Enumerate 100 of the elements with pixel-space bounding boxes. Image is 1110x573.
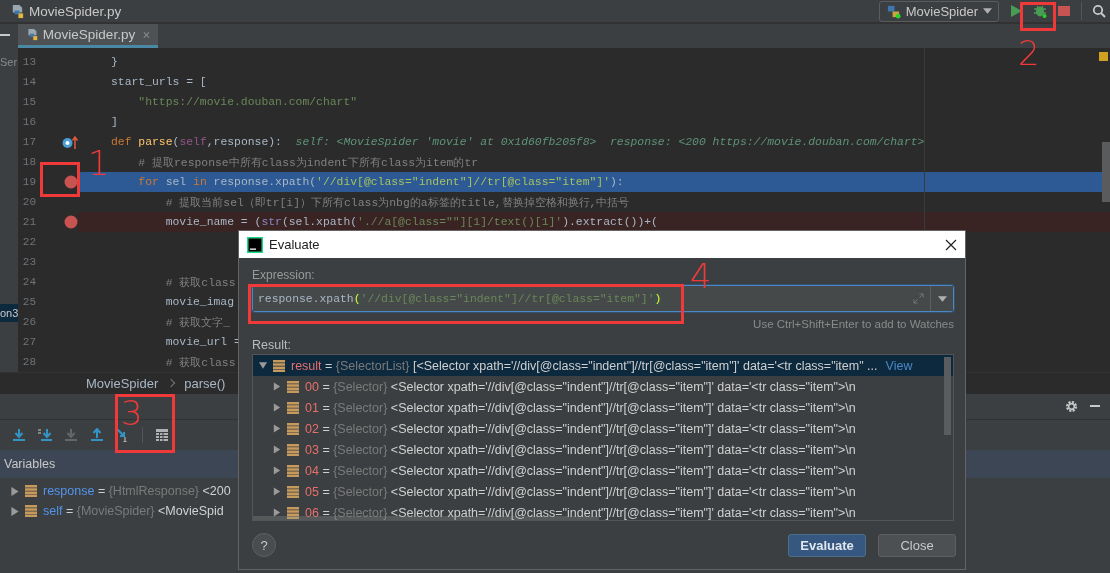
- annotation-number: 3: [121, 396, 143, 430]
- line-number: 13: [21, 56, 36, 68]
- panel-title: Variables: [4, 457, 56, 471]
- bug-icon[interactable]: [1033, 4, 1047, 18]
- expand-arrow-icon[interactable]: [273, 508, 281, 517]
- code-line: for sel in response.xpath('//div[@class="indent"]//tr[@class="item"]'):: [137, 176, 624, 188]
- python-icon: [885, 3, 901, 19]
- annotation-box: [40, 162, 80, 197]
- step-over-icon[interactable]: [12, 428, 26, 442]
- run-icon[interactable]: [1009, 4, 1023, 18]
- result-label: Result:: [252, 338, 291, 352]
- result-entry[interactable]: 06 = {Selector} <Selector xpath='//div[@class="indent"]//tr[@class="item"]' data='<tr class="item">\n: [305, 505, 856, 520]
- code-line: "https://movie.douban.com/chart": [137, 96, 358, 108]
- line-number: 22: [21, 236, 36, 248]
- variable-icon: [287, 464, 299, 477]
- result-entry[interactable]: 05 = {Selector} <Selector xpath='//div[@class="indent"]//tr[@class="item"]' data='<tr class="item">\n: [305, 484, 856, 499]
- annotation-number: 1: [88, 146, 110, 180]
- result-entry[interactable]: 03 = {Selector} <Selector xpath='//div[@class="indent"]//tr[@class="item"]' data='<tr class="item">\n: [305, 442, 856, 457]
- close-icon[interactable]: [945, 238, 957, 251]
- annotation-box: [115, 394, 175, 453]
- breadcrumb-item[interactable]: MovieSpider: [86, 375, 159, 391]
- result-entry[interactable]: 04 = {Selector} <Selector xpath='//div[@class="indent"]//tr[@class="item"]' data='<tr class="item">\n: [305, 463, 856, 478]
- scrollbar-thumb[interactable]: [944, 357, 951, 435]
- code-line: # 提取当前sel（即tr[i]）下所有class为nbg的a标签的title,替换掉空格和换行,中括号: [164, 195, 630, 210]
- caret-icon: [983, 8, 992, 14]
- line-number: 17: [21, 136, 36, 148]
- line-number: 19: [21, 176, 36, 188]
- variable-icon: [273, 359, 285, 372]
- calculator-icon[interactable]: [155, 428, 169, 442]
- variable-icon: [287, 443, 299, 456]
- file-path-item[interactable]: MovieSpider.py: [29, 3, 122, 19]
- app-logo-icon: [247, 236, 263, 253]
- breadcrumb-item[interactable]: parse(): [184, 375, 226, 391]
- editor-tab[interactable]: MovieSpider.py: [18, 24, 158, 48]
- settings-icon[interactable]: [1065, 400, 1078, 413]
- annotation-box: [1020, 2, 1056, 31]
- variable-entry[interactable]: response = {HtmlResponse} <200: [43, 484, 231, 498]
- code-line: # 获取文字_: [164, 315, 231, 330]
- python-file-icon: [10, 3, 25, 19]
- code-line: movie_imag: [164, 296, 235, 308]
- variable-icon: [25, 485, 37, 497]
- line-number: 24: [21, 276, 36, 288]
- search-icon[interactable]: [1092, 4, 1106, 18]
- code-line: }: [111, 56, 118, 68]
- variable-icon: [287, 485, 299, 498]
- code-line: # 获取class: [164, 275, 236, 290]
- code-line: start_urls = [: [111, 76, 207, 88]
- expand-arrow-icon[interactable]: [273, 445, 281, 454]
- scrollbar-thumb[interactable]: [1102, 142, 1110, 202]
- help-button[interactable]: ?: [252, 533, 276, 557]
- expand-arrow-icon[interactable]: [273, 487, 281, 496]
- line-number: 27: [21, 336, 36, 348]
- step-out-icon[interactable]: [90, 428, 104, 442]
- line-number: 26: [21, 316, 36, 328]
- hint-text: Use Ctrl+Shift+Enter to add to Watches: [753, 318, 954, 330]
- code-line: ]: [111, 116, 118, 128]
- result-entry[interactable]: 00 = {Selector} <Selector xpath='//div[@class="indent"]//tr[@class="item"]' data='<tr class="item">\n: [305, 379, 856, 394]
- python-file-icon: [26, 27, 39, 42]
- variable-icon: [287, 380, 299, 393]
- line-number: 16: [21, 116, 36, 128]
- line-number: 14: [21, 76, 36, 88]
- line-number: 21: [21, 216, 36, 228]
- line-number: 23: [21, 256, 36, 268]
- warning-marker[interactable]: [1099, 52, 1108, 61]
- minimize-icon[interactable]: [0, 34, 10, 38]
- expand-arrow-icon[interactable]: [273, 382, 281, 391]
- result-entry[interactable]: 02 = {Selector} <Selector xpath='//div[@class="indent"]//tr[@class="item"]' data='<tr class="item">\n: [305, 421, 856, 436]
- step-into-icon[interactable]: [38, 428, 52, 442]
- code-line: # 获取class: [164, 355, 236, 370]
- expand-arrow-icon[interactable]: [259, 361, 267, 370]
- expand-arrow-icon[interactable]: [273, 424, 281, 433]
- run-configuration-dropdown[interactable]: MovieSpider: [878, 0, 999, 22]
- view-link[interactable]: View: [885, 358, 913, 373]
- breakpoint-icon[interactable]: [64, 175, 78, 189]
- annotation-number: 2: [1018, 36, 1040, 70]
- variable-icon: [287, 506, 299, 519]
- variable-icon: [287, 401, 299, 414]
- stop-icon[interactable]: [1057, 4, 1071, 18]
- line-number: 20: [21, 196, 36, 208]
- code-line: def parse(self,response): self: <MovieSpider 'movie' at 0x1d60fb205f8> response: <200 https://movie.douban.com/chart>: [111, 136, 925, 148]
- line-number: 18: [21, 156, 36, 168]
- line-number: 25: [21, 296, 36, 308]
- breakpoint-icon[interactable]: [64, 215, 78, 229]
- expand-arrow-icon[interactable]: [273, 466, 281, 475]
- expand-arrow-icon[interactable]: [273, 403, 281, 412]
- variable-entry[interactable]: self = {MovieSpider} <MovieSpid: [43, 504, 224, 518]
- panel-tab[interactable]: on3: [0, 304, 18, 322]
- run-to-cursor-icon[interactable]: [116, 428, 130, 442]
- code-line: # 提取response中所有class为indent下所有class为item的tr: [137, 155, 479, 170]
- panel-label: Ser: [0, 56, 18, 68]
- result-entry[interactable]: 01 = {Selector} <Selector xpath='//div[@class="indent"]//tr[@class="item"]' data='<tr class="item">\n: [305, 400, 856, 415]
- line-number: 28: [21, 356, 36, 368]
- code-line: movie_name = (str(sel.xpath('.//a[@class=""][1]/text()[1]').extract())+(: [164, 216, 658, 228]
- override-marker-icon[interactable]: [62, 135, 78, 149]
- line-number: 15: [21, 96, 36, 108]
- evaluate-button[interactable]: Evaluate: [788, 533, 866, 557]
- close-button[interactable]: Close: [878, 533, 956, 557]
- dialog-title: Evaluate: [269, 237, 321, 252]
- result-entry[interactable]: result = {SelectorList} [<Selector xpath='//div[@class="indent"]//tr[@class="item"]' data='<tr class="item" ...: [291, 358, 878, 373]
- variable-icon: [287, 422, 299, 435]
